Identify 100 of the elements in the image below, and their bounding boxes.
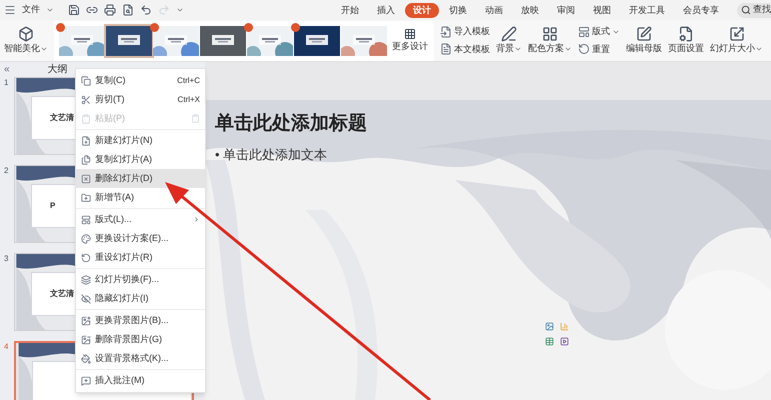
outline-tab[interactable]: 大纲 — [48, 62, 68, 77]
badge-icon — [291, 22, 300, 32]
grid-icon — [404, 28, 416, 40]
search-label: 查找 — [753, 3, 771, 16]
menu-item-icon — [81, 274, 91, 284]
edit-icon — [636, 26, 652, 42]
menu-item-icon — [81, 94, 91, 104]
menu-item-icon — [81, 192, 91, 202]
menu-item[interactable]: 隐藏幻灯片(I) — [76, 289, 205, 308]
template-thumbnail[interactable] — [341, 26, 387, 56]
customize-caret-icon[interactable] — [176, 6, 184, 14]
ribbon-button[interactable]: 幻灯片大小 — [710, 26, 763, 56]
shortcut-label: Ctrl+C — [177, 74, 200, 86]
ribbon-tab[interactable]: 开始 — [333, 2, 367, 18]
ribbon-button[interactable]: 编辑母版 — [626, 26, 662, 56]
menu-item[interactable]: 幻灯片切换(F)... — [76, 270, 205, 289]
menu-item[interactable]: 重设幻灯片(R) — [76, 248, 205, 267]
slide-thumbnail-title: 文艺清 — [50, 112, 74, 124]
search-field[interactable]: 查找 — [737, 2, 771, 18]
menu-item[interactable]: 版式(L)... — [76, 210, 205, 229]
cube-icon — [18, 26, 34, 42]
smart-beautify-button[interactable]: 智能美化 — [4, 26, 48, 56]
text-template-button[interactable]: 本文模板 — [440, 42, 490, 56]
reset-icon — [578, 43, 590, 56]
template-thumbnail[interactable] — [247, 26, 293, 56]
slide-thumbnail-title: P — [50, 200, 56, 212]
ribbon-button[interactable]: 背景 — [496, 26, 522, 56]
ribbon-tab[interactable]: 会员专享 — [675, 2, 727, 18]
collapse-button[interactable]: « — [4, 62, 10, 77]
file-menu[interactable]: 文件 — [22, 3, 40, 17]
title-placeholder[interactable]: 单击此处添加标题 — [215, 110, 771, 138]
menu-item-icon — [81, 114, 91, 124]
menu-item[interactable]: 复制(C) Ctrl+C — [76, 71, 205, 90]
undo-icon[interactable] — [140, 4, 152, 16]
template-thumbnail[interactable] — [294, 26, 340, 56]
table-icon[interactable] — [545, 337, 554, 346]
menu-item[interactable]: 删除幻灯片(D) — [76, 169, 205, 188]
menu-item-icon — [81, 376, 91, 386]
pen-icon — [501, 26, 517, 42]
badge-icon — [56, 22, 65, 32]
menu-item[interactable]: 插入批注(M) — [76, 371, 205, 390]
ribbon-tab[interactable]: 设计 — [405, 2, 439, 18]
menu-item-icon — [81, 214, 91, 224]
menu-item[interactable]: 剪切(T) Ctrl+X — [76, 90, 205, 109]
video-icon[interactable] — [560, 337, 569, 346]
badge-icon — [244, 22, 253, 32]
shortcut-label: Ctrl+X — [178, 94, 200, 106]
ribbon-tab[interactable]: 放映 — [513, 2, 547, 18]
menu-item[interactable]: 删除背景图片(G) — [76, 330, 205, 349]
image-icon[interactable] — [545, 322, 554, 331]
page-settings-icon — [678, 26, 694, 42]
import-template-button[interactable]: 导入模板 — [440, 25, 490, 38]
smart-beautify-label: 智能美化 — [4, 42, 48, 56]
ribbon-tab[interactable]: 切换 — [441, 2, 475, 18]
template-thumbnail[interactable] — [200, 26, 246, 56]
menu-item-icon — [81, 174, 91, 184]
slide-number: 1 — [4, 77, 10, 89]
search-icon — [741, 5, 751, 15]
reset-button[interactable]: 重置 — [578, 42, 620, 56]
slide-thumbnail-title: 文艺清 — [50, 288, 74, 300]
menu-item-icon — [81, 234, 91, 244]
ribbon-tab[interactable]: 视图 — [585, 2, 619, 18]
menu-item-icon — [81, 354, 91, 364]
paste-options-icon — [191, 114, 200, 123]
template-thumbnail[interactable] — [59, 26, 105, 56]
menu-item-icon — [81, 76, 91, 86]
template-thumbnail[interactable] — [106, 26, 152, 56]
ribbon-button[interactable]: 配色方案 — [528, 26, 572, 56]
menu-item[interactable]: 新增节(A) — [76, 188, 205, 207]
more-design-button[interactable]: 更多设计 — [388, 28, 432, 54]
badge-icon — [150, 22, 159, 32]
menu-item-icon — [81, 154, 91, 164]
ribbon-tab[interactable]: 审阅 — [549, 2, 583, 18]
menu-item-icon — [81, 294, 91, 304]
menu-item[interactable]: 设置背景格式(K)... — [76, 349, 205, 368]
print-preview-icon[interactable] — [122, 4, 134, 16]
slide-number: 4 — [4, 341, 10, 353]
menu-item-icon — [81, 316, 91, 326]
menu-item[interactable]: 更换背景图片(B)... — [76, 311, 205, 330]
menu-item[interactable]: 复制幻灯片(A) — [76, 150, 205, 169]
print-icon[interactable] — [104, 4, 116, 16]
menu-icon[interactable] — [4, 4, 16, 16]
layout-button[interactable]: 版式 — [578, 25, 620, 38]
save-icon[interactable] — [68, 4, 80, 16]
grid-icon — [542, 26, 558, 42]
menu-item-icon — [81, 334, 91, 344]
ribbon-button[interactable]: 页面设置 — [668, 26, 704, 56]
import-icon — [440, 26, 452, 38]
layout-icon — [578, 26, 590, 38]
menu-item-icon — [81, 252, 91, 262]
dropdown-caret-icon[interactable] — [46, 6, 54, 14]
ribbon-tab[interactable]: 插入 — [369, 2, 403, 18]
text-placeholder[interactable]: • 单击此处添加文本 — [215, 144, 771, 164]
template-thumbnail[interactable] — [153, 26, 199, 56]
menu-item[interactable]: 新建幻灯片(N) — [76, 131, 205, 150]
document-icon — [440, 43, 452, 56]
ribbon-tab[interactable]: 动画 — [477, 2, 511, 18]
menu-item[interactable]: 更换设计方案(E)... — [76, 229, 205, 248]
ribbon-tab[interactable]: 开发工具 — [621, 2, 673, 18]
link-icon[interactable] — [86, 4, 98, 16]
